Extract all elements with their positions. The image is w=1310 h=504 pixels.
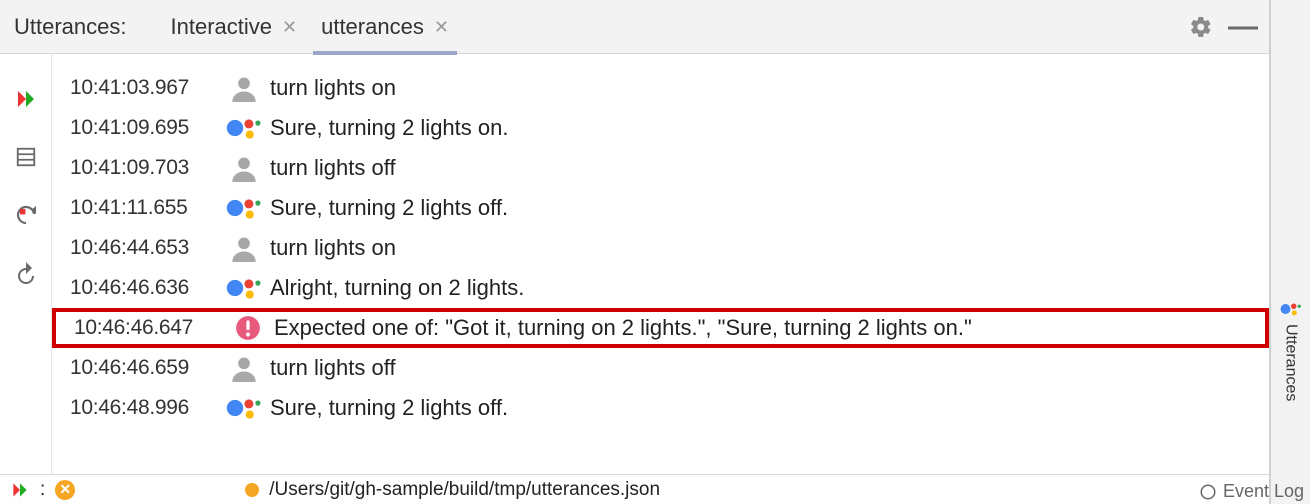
log-message: turn lights off [270, 355, 396, 381]
timestamp: 10:46:46.659 [70, 356, 218, 380]
log-message: Alright, turning on 2 lights. [270, 275, 524, 301]
gear-icon[interactable] [1187, 13, 1215, 41]
timestamp: 10:41:03.967 [70, 76, 218, 100]
timestamp: 10:46:48.996 [70, 396, 218, 420]
stop-icon[interactable]: ✕ [55, 480, 75, 500]
left-toolbar [0, 54, 52, 474]
minimize-icon[interactable]: — [1229, 13, 1257, 41]
rail-tab-utterances[interactable]: Utterances [1280, 300, 1302, 401]
assistant-icon [1280, 300, 1302, 318]
assistant-icon [226, 273, 262, 303]
log-message: Sure, turning 2 lights off. [270, 395, 508, 421]
timestamp: 10:46:46.636 [70, 276, 218, 300]
log-row: 10:41:09.703 turn lights off [52, 148, 1269, 188]
timestamp: 10:41:09.703 [70, 156, 218, 180]
warning-dot-icon [245, 483, 259, 497]
event-log-link[interactable]: Event Log [1199, 481, 1304, 502]
close-icon[interactable]: ✕ [282, 18, 297, 36]
assistant-icon [226, 113, 262, 143]
status-path: /Users/git/gh-sample/build/tmp/utterance… [269, 479, 660, 501]
close-icon[interactable]: ✕ [434, 18, 449, 36]
assistant-icon [226, 193, 262, 223]
assistant-icon [226, 393, 262, 423]
run-split-icon[interactable] [11, 84, 41, 114]
tab-label: utterances [321, 14, 424, 40]
log-row: 10:46:44.653 turn lights on [52, 228, 1269, 268]
timestamp: 10:46:44.653 [70, 236, 218, 260]
status-separator: : [40, 479, 45, 501]
log-row: 10:46:46.659 turn lights off [52, 348, 1269, 388]
timestamp: 10:41:09.695 [70, 116, 218, 140]
user-icon [226, 354, 262, 382]
log-row: 10:46:48.996 Sure, turning 2 lights off. [52, 388, 1269, 428]
tab-label: Interactive [171, 14, 273, 40]
log-row: 10:41:03.967 turn lights on [52, 68, 1269, 108]
error-icon [230, 315, 266, 341]
timestamp: 10:46:46.647 [74, 316, 222, 340]
log-message: turn lights on [270, 75, 396, 101]
refresh-icon[interactable] [11, 200, 41, 230]
error-message: Expected one of: "Got it, turning on 2 l… [274, 315, 972, 341]
tab-interactive[interactable]: Interactive ✕ [163, 0, 306, 54]
log-row: 10:41:09.695 Sure, turning 2 lights on. [52, 108, 1269, 148]
panel-title: Utterances: [14, 14, 127, 40]
log-message: Sure, turning 2 lights on. [270, 115, 508, 141]
log-row: 10:46:46.636 Alright, turning on 2 lights… [52, 268, 1269, 308]
log-message: turn lights on [270, 235, 396, 261]
log-message: Sure, turning 2 lights off. [270, 195, 508, 221]
tab-utterances[interactable]: utterances ✕ [313, 0, 457, 54]
user-icon [226, 74, 262, 102]
layout-icon[interactable] [11, 142, 41, 172]
log-row: 10:46:46.647 Expected one of: "Got it, tu… [52, 308, 1269, 348]
undo-icon[interactable] [11, 258, 41, 288]
log-message: turn lights off [270, 155, 396, 181]
log-row: 10:41:11.655 Sure, turning 2 lights off. [52, 188, 1269, 228]
user-icon [226, 154, 262, 182]
right-rail: Utterances [1270, 0, 1310, 504]
status-bar: : ✕ /Users/git/gh-sample/build/tmp/utter… [0, 474, 1269, 504]
tab-bar: Utterances: Interactive ✕ utterances ✕ — [0, 0, 1269, 54]
timestamp: 10:41:11.655 [70, 196, 218, 220]
user-icon [226, 234, 262, 262]
run-split-icon[interactable] [10, 480, 30, 500]
log-output: 10:41:03.967 turn lights on 10:41:09.695 Su… [52, 54, 1269, 474]
